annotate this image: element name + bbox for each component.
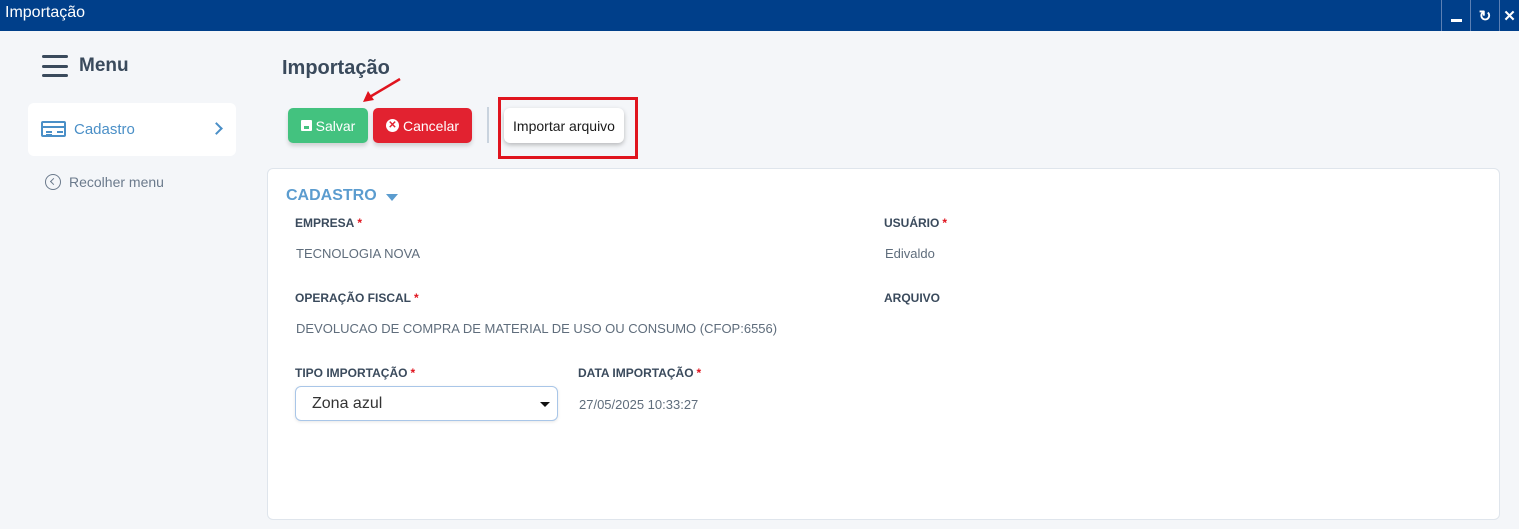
circle-chevron-left-icon [45,174,61,190]
required-mark: * [696,366,702,380]
data-importacao-label: DATA IMPORTAÇÃO * [578,366,702,380]
usuario-label: USUÁRIO * [884,216,948,230]
hamburger-icon [42,55,68,77]
cancel-button[interactable]: ✕ Cancelar [373,108,472,143]
import-file-button[interactable]: Importar arquivo [504,108,624,143]
required-mark: * [942,216,948,230]
save-button[interactable]: Salvar [288,108,368,143]
caret-down-icon [385,193,398,201]
save-button-label: Salvar [315,117,356,134]
tipo-importacao-value: Zona azul [312,395,383,412]
sidebar-item-label: Cadastro [74,121,135,138]
caret-down-icon [540,402,550,407]
collapse-menu-label: Recolher menu [69,174,164,190]
menu-label: Menu [79,55,129,76]
operacao-fiscal-label: OPERAÇÃO FISCAL * [295,291,419,305]
cancel-button-label: Cancelar [402,117,460,134]
minimize-button[interactable] [1441,0,1470,31]
operacao-fiscal-value: DEVOLUCAO DE COMPRA DE MATERIAL DE USO O… [296,321,778,336]
id-card-icon [41,121,66,137]
section-title: CADASTRO [286,187,377,204]
required-mark: * [410,366,416,380]
import-file-button-label: Importar arquivo [513,117,615,134]
arquivo-label: ARQUIVO [884,291,941,305]
tipo-importacao-label: TIPO IMPORTAÇÃO * [295,366,416,380]
required-mark: * [414,291,419,305]
circle-x-icon: ✕ [385,119,399,132]
collapse-menu-button[interactable]: Recolher menu [45,174,164,190]
window-titlebar: Importação ↻ ✕ [0,0,1519,31]
toolbar-divider [487,107,489,143]
refresh-icon: ↻ [1478,7,1492,25]
usuario-value: Edivaldo [885,246,935,261]
minimize-icon [1450,19,1462,22]
empresa-value: TECNOLOGIA NOVA [296,246,421,261]
floppy-disk-icon [300,120,312,131]
required-mark: * [357,216,363,230]
window-title: Importação [5,4,86,21]
annotation-arrow-save [363,77,401,102]
sidebar-item-cadastro[interactable]: Cadastro [28,103,236,156]
close-button[interactable]: ✕ [1499,0,1519,31]
section-toggle-cadastro[interactable]: CADASTRO [286,187,398,205]
chevron-right-icon [210,122,223,135]
refresh-button[interactable]: ↻ [1470,0,1499,31]
close-icon: ✕ [1503,7,1516,25]
tipo-importacao-select[interactable]: Zona azul [295,386,558,421]
data-importacao-value: 27/05/2025 10:33:27 [579,397,699,412]
sidebar-menu-toggle[interactable]: Menu [42,55,129,77]
empresa-label: EMPRESA * [295,216,363,230]
